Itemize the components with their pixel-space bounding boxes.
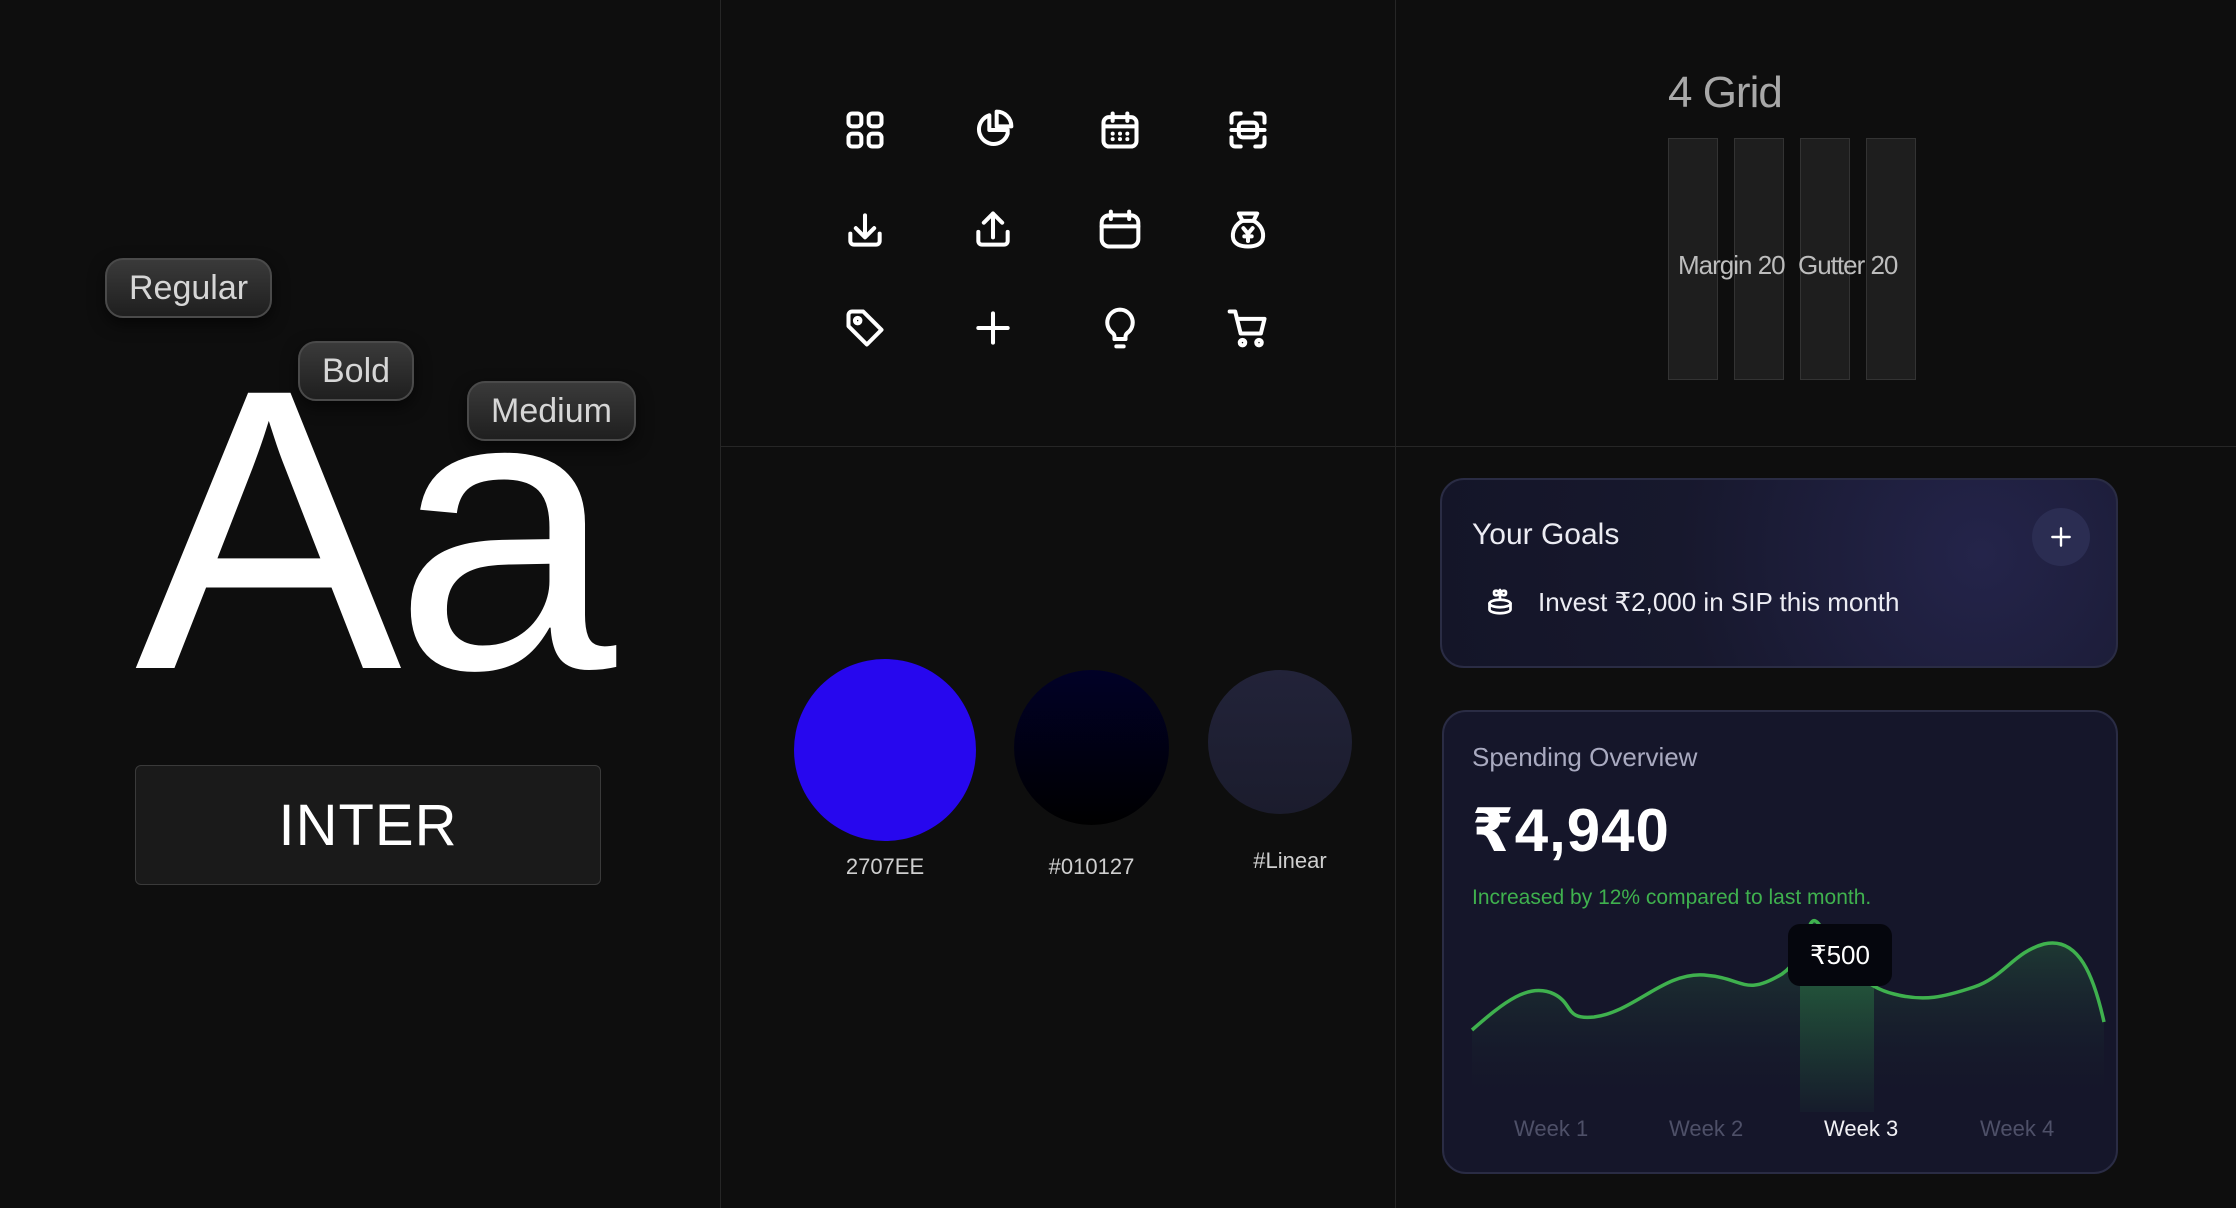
calendar-grid-icon	[1098, 108, 1142, 152]
goal-item[interactable]: Invest ₹2,000 in SIP this month	[1482, 584, 1900, 620]
lightbulb-icon	[1098, 306, 1142, 350]
swatch-linear-label: #Linear	[1253, 848, 1327, 873]
add-goal-button[interactable]	[2032, 508, 2090, 566]
cart-icon	[1226, 306, 1270, 350]
pie-chart-icon	[971, 108, 1015, 152]
week-4-label[interactable]: Week 4	[1980, 1116, 2054, 1142]
swatch-linear	[1208, 670, 1352, 814]
plus-icon	[971, 306, 1015, 350]
font-name: INTER	[278, 792, 458, 858]
goals-title: Your Goals	[1472, 518, 1620, 551]
goals-card[interactable]: Your Goals Invest ₹2,000 in SIP this mon…	[1440, 478, 2118, 668]
swatch-dark-label: #010127	[1048, 854, 1135, 879]
plus-icon	[2051, 527, 2071, 547]
divider-vertical-1	[720, 0, 721, 1208]
font-name-box: INTER	[135, 765, 601, 885]
spending-chart	[1470, 918, 2106, 1112]
week-3-label[interactable]: Week 3	[1824, 1116, 1898, 1142]
goal-item-text: Invest ₹2,000 in SIP this month	[1538, 586, 1900, 617]
grid-title: 4 Grid	[1668, 68, 1783, 117]
swatch-primary-label: 2707EE	[845, 854, 925, 879]
gutter-label: Gutter 20	[1798, 250, 1898, 280]
chart-tooltip-value: ₹500	[1810, 939, 1870, 970]
type-sample: Aa	[135, 306, 616, 753]
spending-card: Spending Overview ₹4,940 Increased by 12…	[1442, 710, 2118, 1174]
divider-vertical-2	[1395, 0, 1396, 1208]
tag-icon	[843, 306, 887, 350]
calendar-icon	[1098, 208, 1142, 252]
coins-icon	[1488, 588, 1512, 615]
swatch-primary	[794, 659, 976, 841]
download-icon	[843, 208, 887, 252]
money-bag-icon	[1226, 208, 1270, 252]
margin-label: Margin 20	[1678, 250, 1786, 280]
week-2-label[interactable]: Week 2	[1669, 1116, 1743, 1142]
swatch-dark	[1014, 670, 1169, 825]
chart-tooltip: ₹500	[1788, 924, 1892, 986]
week-1-label[interactable]: Week 1	[1514, 1116, 1588, 1142]
scan-icon	[1226, 108, 1270, 152]
grid-icon	[843, 108, 887, 152]
divider-horizontal	[721, 446, 2236, 447]
upload-icon	[971, 208, 1015, 252]
